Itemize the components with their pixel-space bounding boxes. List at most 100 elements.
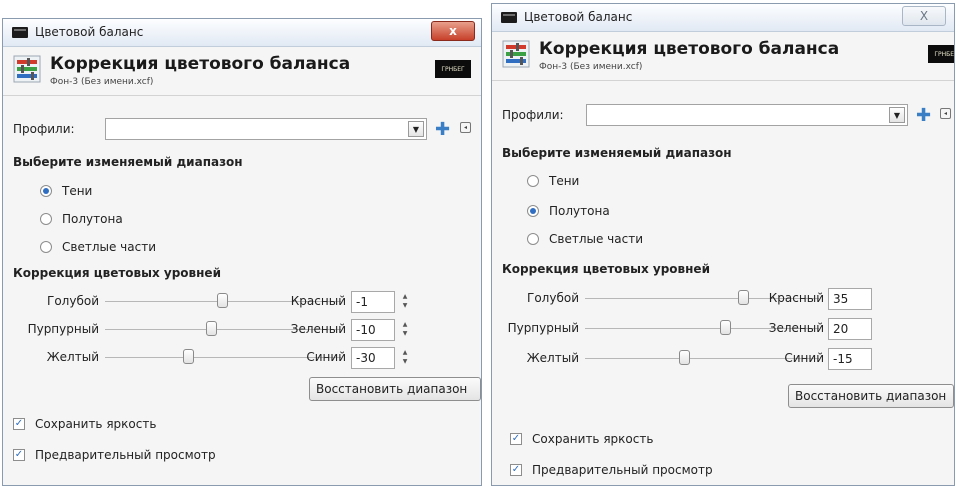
slider-knob[interactable] xyxy=(206,321,218,336)
spin-arrows-icon[interactable]: ▲ ▼ xyxy=(401,320,409,338)
value-input[interactable]: 20 xyxy=(828,318,872,340)
header-title: Коррекция цветового баланса xyxy=(50,54,351,74)
profiles-label: Профили: xyxy=(502,108,564,122)
value-input[interactable]: -10 xyxy=(351,319,395,341)
radio-label: Светлые части xyxy=(549,232,643,246)
slider-row-cyan-red: Голубой Красный -1 ▲ ▼ xyxy=(3,291,473,313)
checkbox-label: Сохранить яркость xyxy=(35,417,157,431)
slider-left-label: Желтый xyxy=(46,350,99,364)
slider-right-label: Синий xyxy=(306,350,346,364)
radio-label: Полутона xyxy=(549,204,610,218)
profiles-label: Профили: xyxy=(13,122,75,136)
radio-shadows[interactable] xyxy=(40,185,52,197)
range-option-shadows[interactable]: Тени xyxy=(40,181,92,201)
slider-row-yellow-blue: Желтый Синий -30 ▲ ▼ xyxy=(3,347,473,369)
range-heading: Выберите изменяемый диапазон xyxy=(502,146,732,160)
dialog-header: Коррекция цветового баланса Фон-3 (Без и… xyxy=(492,32,954,81)
header-subtitle: Фон-3 (Без имени.xcf) xyxy=(50,77,154,87)
slider-left-label: Желтый xyxy=(526,351,579,365)
reset-range-button[interactable]: Восстановить диапазон xyxy=(309,377,481,401)
chevron-down-icon[interactable]: ▼ xyxy=(408,121,424,137)
profiles-row: Профили: ▼ ✚ ◂ xyxy=(502,104,954,128)
close-button[interactable]: X xyxy=(902,6,946,26)
slider-knob[interactable] xyxy=(679,350,691,365)
slider-row-yellow-blue: Желтый Синий -15 xyxy=(492,348,954,370)
slider-right-label: Зеленый xyxy=(290,322,346,336)
header-subtitle: Фон-3 (Без имени.xcf) xyxy=(539,62,643,72)
slider-left-label: Пурпурный xyxy=(27,322,99,336)
range-option-shadows[interactable]: Тени xyxy=(527,171,579,191)
color-balance-icon xyxy=(502,40,530,68)
slider-row-magenta-green: Пурпурный Зеленый -10 ▲ ▼ xyxy=(3,319,473,341)
plus-icon[interactable]: ✚ xyxy=(435,119,450,140)
profiles-combo[interactable]: ▼ xyxy=(586,104,908,126)
spin-arrows-icon[interactable]: ▲ ▼ xyxy=(401,348,409,366)
preserve-luminosity-row[interactable]: ✓ Сохранить яркость xyxy=(510,429,653,449)
menu-icon[interactable]: ◂ xyxy=(940,108,951,119)
layer-thumbnail: ГРНБЕГ xyxy=(928,45,954,63)
preview-row[interactable]: ✓ Предварительный просмотр xyxy=(510,460,713,480)
checkbox-label: Сохранить яркость xyxy=(532,432,654,446)
slider-right-label: Зеленый xyxy=(768,321,824,335)
window-title: Цветовой баланс xyxy=(524,10,633,24)
menu-icon[interactable]: ◂ xyxy=(460,122,471,133)
slider-right-label: Красный xyxy=(768,291,824,305)
checkbox-label: Предварительный просмотр xyxy=(35,448,216,462)
window-icon xyxy=(501,12,517,23)
window-icon xyxy=(12,27,28,38)
preview-row[interactable]: ✓ Предварительный просмотр xyxy=(13,445,216,465)
levels-heading: Коррекция цветовых уровней xyxy=(13,266,221,280)
profiles-combo[interactable]: ▼ xyxy=(105,118,427,140)
dialog-header: Коррекция цветового баланса Фон-3 (Без и… xyxy=(3,47,481,96)
range-option-highlights[interactable]: Светлые части xyxy=(40,237,156,257)
radio-highlights[interactable] xyxy=(40,241,52,253)
header-title: Коррекция цветового баланса xyxy=(539,39,840,59)
slider-row-cyan-red: Голубой Красный 35 xyxy=(492,288,954,310)
radio-label: Тени xyxy=(62,184,93,198)
value-input[interactable]: -15 xyxy=(828,348,872,370)
title-bar[interactable]: Цветовой баланс x xyxy=(3,19,481,47)
slider-knob[interactable] xyxy=(182,349,194,364)
radio-highlights[interactable] xyxy=(527,233,539,245)
radio-label: Светлые части xyxy=(62,240,156,254)
preserve-luminosity-row[interactable]: ✓ Сохранить яркость xyxy=(13,414,156,434)
color-balance-icon xyxy=(13,55,41,83)
slider-left-label: Голубой xyxy=(527,291,579,305)
checkbox-label: Предварительный просмотр xyxy=(532,463,713,477)
profiles-row: Профили: ▼ ✚ ◂ xyxy=(13,118,481,142)
radio-label: Полутона xyxy=(62,212,123,226)
slider-knob[interactable] xyxy=(737,290,749,305)
preview-checkbox[interactable]: ✓ xyxy=(13,449,25,461)
title-bar[interactable]: Цветовой баланс X xyxy=(492,4,954,32)
plus-icon[interactable]: ✚ xyxy=(916,105,931,126)
preserve-luminosity-checkbox[interactable]: ✓ xyxy=(13,418,25,430)
range-option-highlights[interactable]: Светлые части xyxy=(527,229,643,249)
preserve-luminosity-checkbox[interactable]: ✓ xyxy=(510,433,522,445)
preview-checkbox[interactable]: ✓ xyxy=(510,464,522,476)
close-button[interactable]: x xyxy=(431,21,475,41)
color-balance-dialog-right: Цветовой баланс X Коррекция цветового ба… xyxy=(491,3,955,486)
value-input[interactable]: -30 xyxy=(351,347,395,369)
range-option-midtones[interactable]: Полутона xyxy=(527,201,610,221)
value-input[interactable]: 35 xyxy=(828,288,872,310)
layer-thumbnail: ГРНБЕГ xyxy=(435,60,471,78)
slider-left-label: Пурпурный xyxy=(507,321,579,335)
radio-label: Тени xyxy=(549,174,580,188)
slider-left-label: Голубой xyxy=(47,294,99,308)
radio-shadows[interactable] xyxy=(527,175,539,187)
radio-midtones[interactable] xyxy=(40,213,52,225)
slider-knob[interactable] xyxy=(720,320,732,335)
levels-heading: Коррекция цветовых уровней xyxy=(502,262,710,276)
slider-right-label: Синий xyxy=(784,351,824,365)
range-option-midtones[interactable]: Полутона xyxy=(40,209,123,229)
slider-knob[interactable] xyxy=(216,293,228,308)
slider-right-label: Красный xyxy=(290,294,346,308)
value-input[interactable]: -1 xyxy=(351,291,395,313)
color-balance-dialog-left: Цветовой баланс x Коррекция цветового ба… xyxy=(2,18,482,486)
window-title: Цветовой баланс xyxy=(35,25,144,39)
range-heading: Выберите изменяемый диапазон xyxy=(13,155,243,169)
reset-range-button[interactable]: Восстановить диапазон xyxy=(788,384,954,408)
radio-midtones[interactable] xyxy=(527,205,539,217)
spin-arrows-icon[interactable]: ▲ ▼ xyxy=(401,292,409,310)
chevron-down-icon[interactable]: ▼ xyxy=(889,107,905,123)
